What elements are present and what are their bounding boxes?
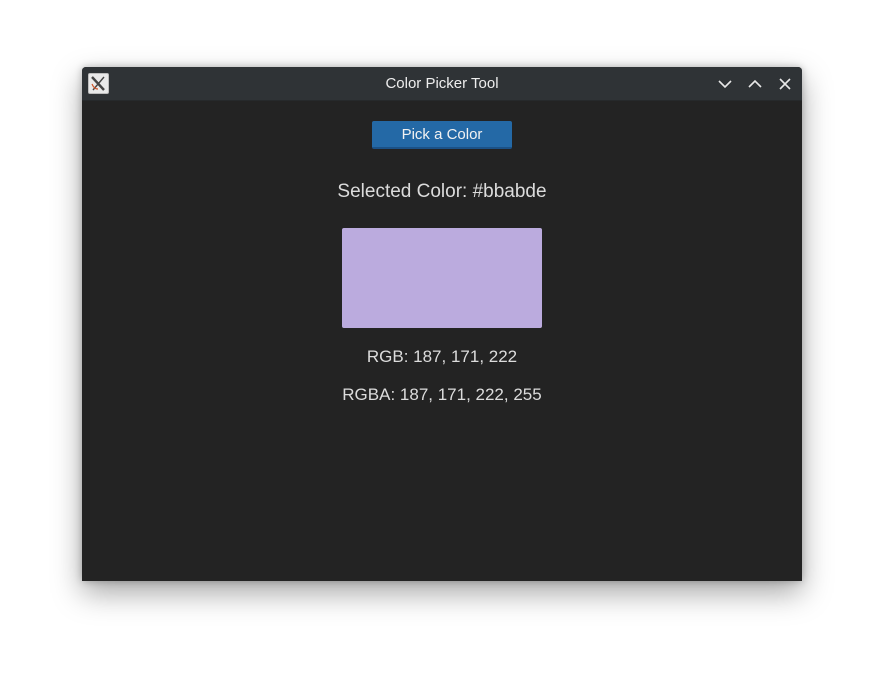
maximize-button[interactable]	[744, 73, 766, 95]
rgb-value-label: RGB: 187, 171, 222	[366, 347, 518, 366]
app-window: Color Picker Tool Pick a Color Selected …	[82, 67, 802, 581]
chevron-up-icon	[744, 73, 766, 95]
chevron-down-icon	[714, 73, 736, 95]
rgba-value-label: RGBA: 187, 171, 222, 255	[342, 385, 542, 404]
pick-color-button[interactable]: Pick a Color	[372, 121, 512, 149]
close-button[interactable]	[774, 73, 796, 95]
close-icon	[774, 73, 796, 95]
window-title: Color Picker Tool	[385, 75, 499, 92]
title-bar[interactable]: Color Picker Tool	[82, 67, 802, 101]
color-swatch	[342, 228, 542, 328]
selected-color-label: Selected Color: #bbabde	[337, 181, 547, 202]
minimize-button[interactable]	[714, 73, 736, 95]
